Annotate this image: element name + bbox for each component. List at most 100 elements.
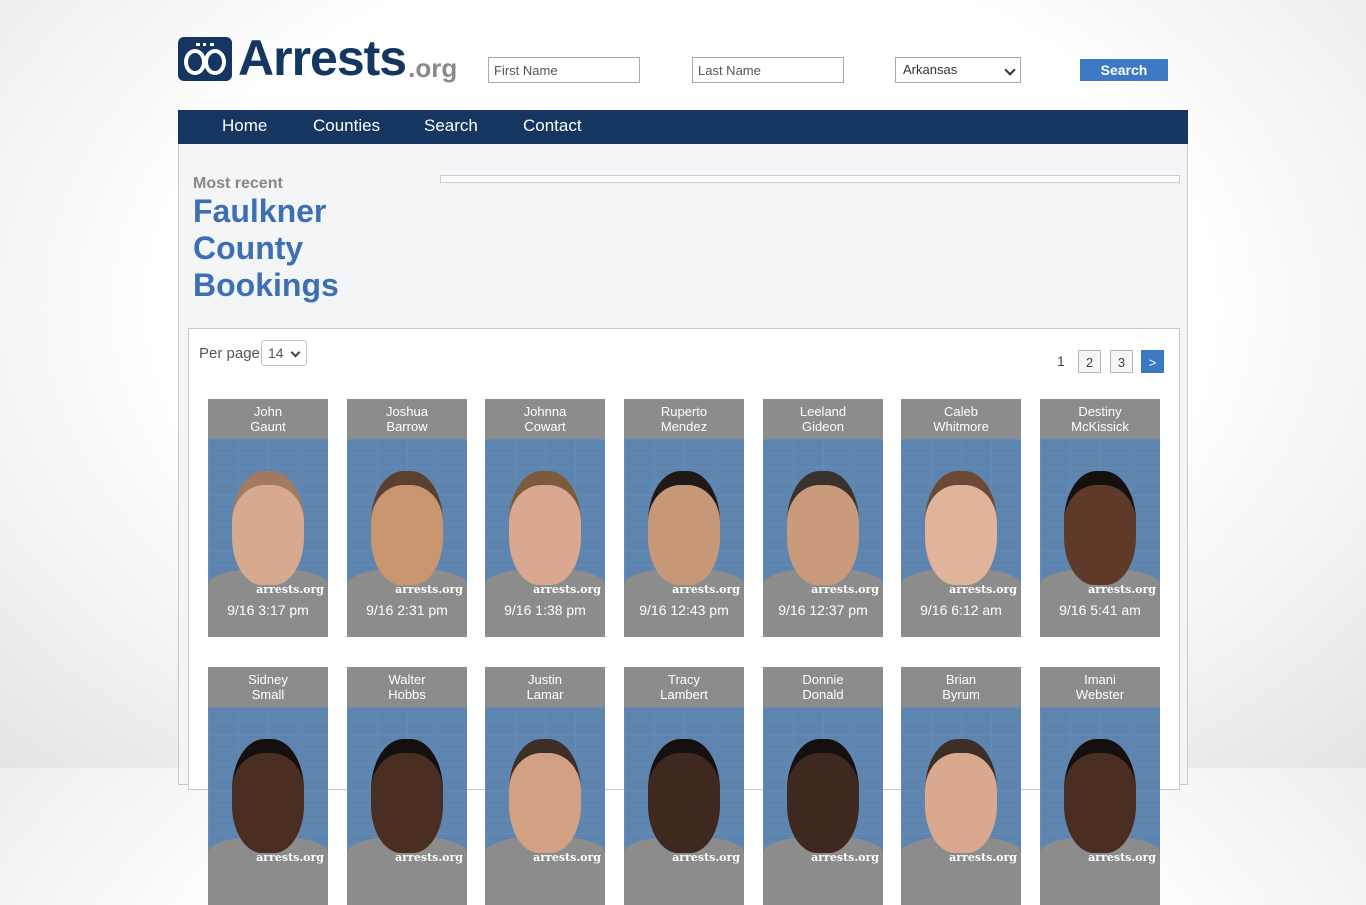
- mugshot-photo: arrests.org: [624, 707, 744, 867]
- first-name: Donnie: [802, 672, 844, 687]
- mugshot-photo: arrests.org: [485, 439, 605, 599]
- per-page-value: 14: [268, 345, 284, 361]
- booking-name: Johnna Cowart: [485, 404, 605, 434]
- booking-name: John Gaunt: [208, 404, 328, 434]
- nav-counties[interactable]: Counties: [313, 110, 380, 144]
- ad-placeholder: [440, 175, 1180, 183]
- booking-name: Joshua Barrow: [347, 404, 467, 434]
- logo-text: Arrests: [238, 30, 407, 86]
- mugshot-photo: arrests.org: [347, 439, 467, 599]
- site-header: Arrests .org Arkansas Search: [0, 0, 1366, 110]
- state-select[interactable]: Arkansas: [895, 57, 1021, 83]
- booking-time: 9/16 3:17 pm: [227, 602, 309, 618]
- nav-home[interactable]: Home: [222, 110, 267, 144]
- pager-page-3[interactable]: 3: [1110, 350, 1133, 373]
- mugshot-photo: arrests.org: [1040, 707, 1160, 867]
- bookings-list: Per page 14 1 2 3 > John Gaunt arrests.org…: [188, 328, 1180, 905]
- watermark: arrests.org: [949, 851, 1017, 864]
- booking-card[interactable]: Walter Hobbs arrests.org: [347, 667, 467, 905]
- mugshot-photo: arrests.org: [901, 439, 1021, 599]
- per-page-select[interactable]: 14: [261, 340, 307, 366]
- booking-card[interactable]: Brian Byrum arrests.org: [901, 667, 1021, 905]
- watermark: arrests.org: [949, 583, 1017, 596]
- watermark: arrests.org: [811, 583, 879, 596]
- booking-time: 9/16 6:12 am: [920, 602, 1002, 618]
- pager-page-2[interactable]: 2: [1078, 350, 1101, 373]
- per-page-label: Per page: [199, 345, 260, 362]
- booking-card[interactable]: Imani Webster arrests.org: [1040, 667, 1160, 905]
- last-name: Byrum: [942, 687, 980, 702]
- booking-card[interactable]: Sidney Small arrests.org: [208, 667, 328, 905]
- booking-time: 9/16 1:38 pm: [504, 602, 586, 618]
- pager-next[interactable]: >: [1141, 350, 1164, 373]
- booking-card[interactable]: Justin Lamar arrests.org: [485, 667, 605, 905]
- nav-search[interactable]: Search: [424, 110, 478, 144]
- last-name: Gaunt: [250, 419, 286, 434]
- handcuffs-icon: [178, 37, 232, 81]
- booking-name: Ruperto Mendez: [624, 404, 744, 434]
- watermark: arrests.org: [1088, 583, 1156, 596]
- watermark: arrests.org: [533, 851, 601, 864]
- mugshot-photo: arrests.org: [347, 707, 467, 867]
- last-name: Hobbs: [388, 687, 426, 702]
- booking-name: Destiny McKissick: [1040, 404, 1160, 434]
- chevron-down-icon: [290, 347, 301, 358]
- booking-card[interactable]: Joshua Barrow arrests.org 9/16 2:31 pm: [347, 399, 467, 637]
- watermark: arrests.org: [395, 851, 463, 864]
- mugshot-photo: arrests.org: [763, 707, 883, 867]
- last-name: Mendez: [660, 419, 708, 434]
- first-name: Caleb: [944, 404, 978, 419]
- search-button[interactable]: Search: [1080, 59, 1168, 81]
- booking-name: Justin Lamar: [485, 672, 605, 702]
- first-name: Justin: [528, 672, 562, 687]
- last-name-input[interactable]: [692, 57, 844, 83]
- mugshot-photo: arrests.org: [763, 439, 883, 599]
- state-select-value: Arkansas: [903, 62, 958, 77]
- last-name: Barrow: [386, 419, 428, 434]
- booking-name: Sidney Small: [208, 672, 328, 702]
- mugshot-photo: arrests.org: [624, 439, 744, 599]
- watermark: arrests.org: [1088, 851, 1156, 864]
- last-name: McKissick: [1071, 419, 1129, 434]
- booking-name: Tracy Lambert: [624, 672, 744, 702]
- booking-time: 9/16 12:37 pm: [778, 602, 868, 618]
- pager-current-page: 1: [1057, 353, 1065, 369]
- nav-contact[interactable]: Contact: [523, 110, 582, 144]
- first-name: Sidney: [248, 672, 288, 687]
- booking-time: 9/16 12:43 pm: [639, 602, 729, 618]
- mugshot-photo: arrests.org: [1040, 439, 1160, 599]
- first-name: Joshua: [386, 404, 428, 419]
- booking-name: Leeland Gideon: [763, 404, 883, 434]
- booking-time: 9/16 2:31 pm: [366, 602, 448, 618]
- booking-card[interactable]: Leeland Gideon arrests.org 9/16 12:37 pm: [763, 399, 883, 637]
- site-logo[interactable]: Arrests .org: [178, 33, 457, 83]
- first-name: Brian: [945, 672, 977, 687]
- booking-card[interactable]: Donnie Donald arrests.org: [763, 667, 883, 905]
- booking-name: Caleb Whitmore: [901, 404, 1021, 434]
- booking-card[interactable]: Tracy Lambert arrests.org: [624, 667, 744, 905]
- last-name: Small: [251, 687, 285, 702]
- mugshot-photo: arrests.org: [485, 707, 605, 867]
- booking-card[interactable]: John Gaunt arrests.org 9/16 3:17 pm: [208, 399, 328, 637]
- booking-card[interactable]: Caleb Whitmore arrests.org 9/16 6:12 am: [901, 399, 1021, 637]
- booking-card[interactable]: Ruperto Mendez arrests.org 9/16 12:43 pm: [624, 399, 744, 637]
- first-name: Destiny: [1078, 404, 1122, 419]
- last-name: Cowart: [524, 419, 566, 434]
- booking-card[interactable]: Johnna Cowart arrests.org 9/16 1:38 pm: [485, 399, 605, 637]
- last-name: Donald: [802, 687, 844, 702]
- most-recent-label: Most recent: [193, 175, 283, 192]
- booking-time: 9/16 5:41 am: [1059, 602, 1141, 618]
- booking-name: Walter Hobbs: [347, 672, 467, 702]
- first-name-input[interactable]: [488, 57, 640, 83]
- main-nav: Home Counties Search Contact: [178, 110, 1188, 144]
- watermark: arrests.org: [811, 851, 879, 864]
- mugshot-photo: arrests.org: [901, 707, 1021, 867]
- last-name: Whitmore: [933, 419, 989, 434]
- booking-card[interactable]: Destiny McKissick arrests.org 9/16 5:41 am: [1040, 399, 1160, 637]
- logo-extension: .org: [408, 53, 458, 83]
- first-name: Ruperto: [660, 404, 708, 419]
- last-name: Lambert: [660, 687, 708, 702]
- main-content: Most recent Faulkner County Bookings Per…: [178, 144, 1188, 905]
- watermark: arrests.org: [256, 583, 324, 596]
- last-name: Lamar: [526, 687, 564, 702]
